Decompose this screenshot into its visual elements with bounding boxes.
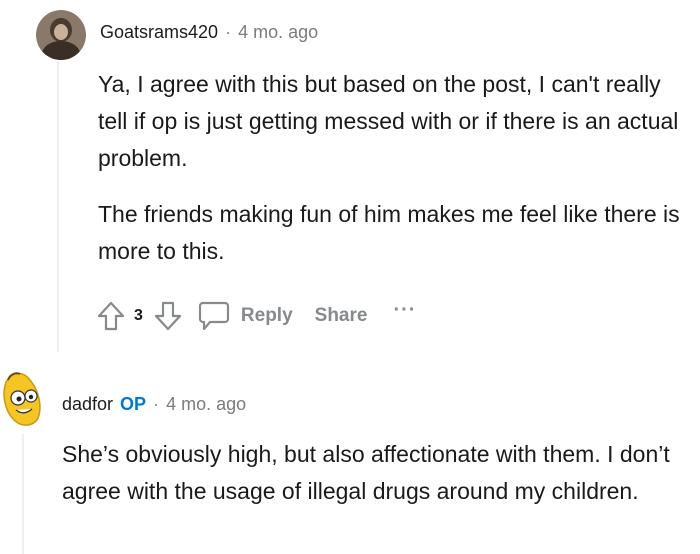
thread-line[interactable] [22,434,24,554]
share-button[interactable]: Share [315,305,368,327]
username[interactable]: dadfor [62,394,113,415]
reply-label: Reply [240,305,293,326]
op-badge: OP [120,394,147,414]
meta-separator: · [225,22,232,42]
comment-meta: dadfor OP · 4 mo. ago [62,394,246,415]
thread-line[interactable] [57,62,59,352]
comment-body: Ya, I agree with this but based on the p… [98,66,688,289]
comment-body: She’s obviously high, but also affection… [62,436,682,510]
avatar[interactable] [36,10,86,60]
downvote-icon[interactable] [153,300,183,332]
reply-button[interactable]: Reply [197,299,293,333]
username[interactable]: Goatsrams420 [100,22,218,43]
avatar[interactable] [0,364,46,430]
upvote-icon[interactable] [96,300,126,332]
vote-score: 3 [134,307,143,324]
meta-separator: · [153,394,160,414]
comment-paragraph: Ya, I agree with this but based on the p… [98,71,679,171]
comment-paragraph: The friends making fun of him makes me f… [98,201,680,264]
comment-paragraph: She’s obviously high, but also affection… [62,441,670,504]
comment-meta: Goatsrams420 · 4 mo. ago [100,22,318,43]
comment-actions: 3 Reply Share ··· [96,296,416,336]
timestamp[interactable]: 4 mo. ago [166,394,246,415]
chat-bubble-icon [197,299,231,333]
more-options-button[interactable]: ··· [393,299,416,322]
timestamp[interactable]: 4 mo. ago [238,22,318,43]
